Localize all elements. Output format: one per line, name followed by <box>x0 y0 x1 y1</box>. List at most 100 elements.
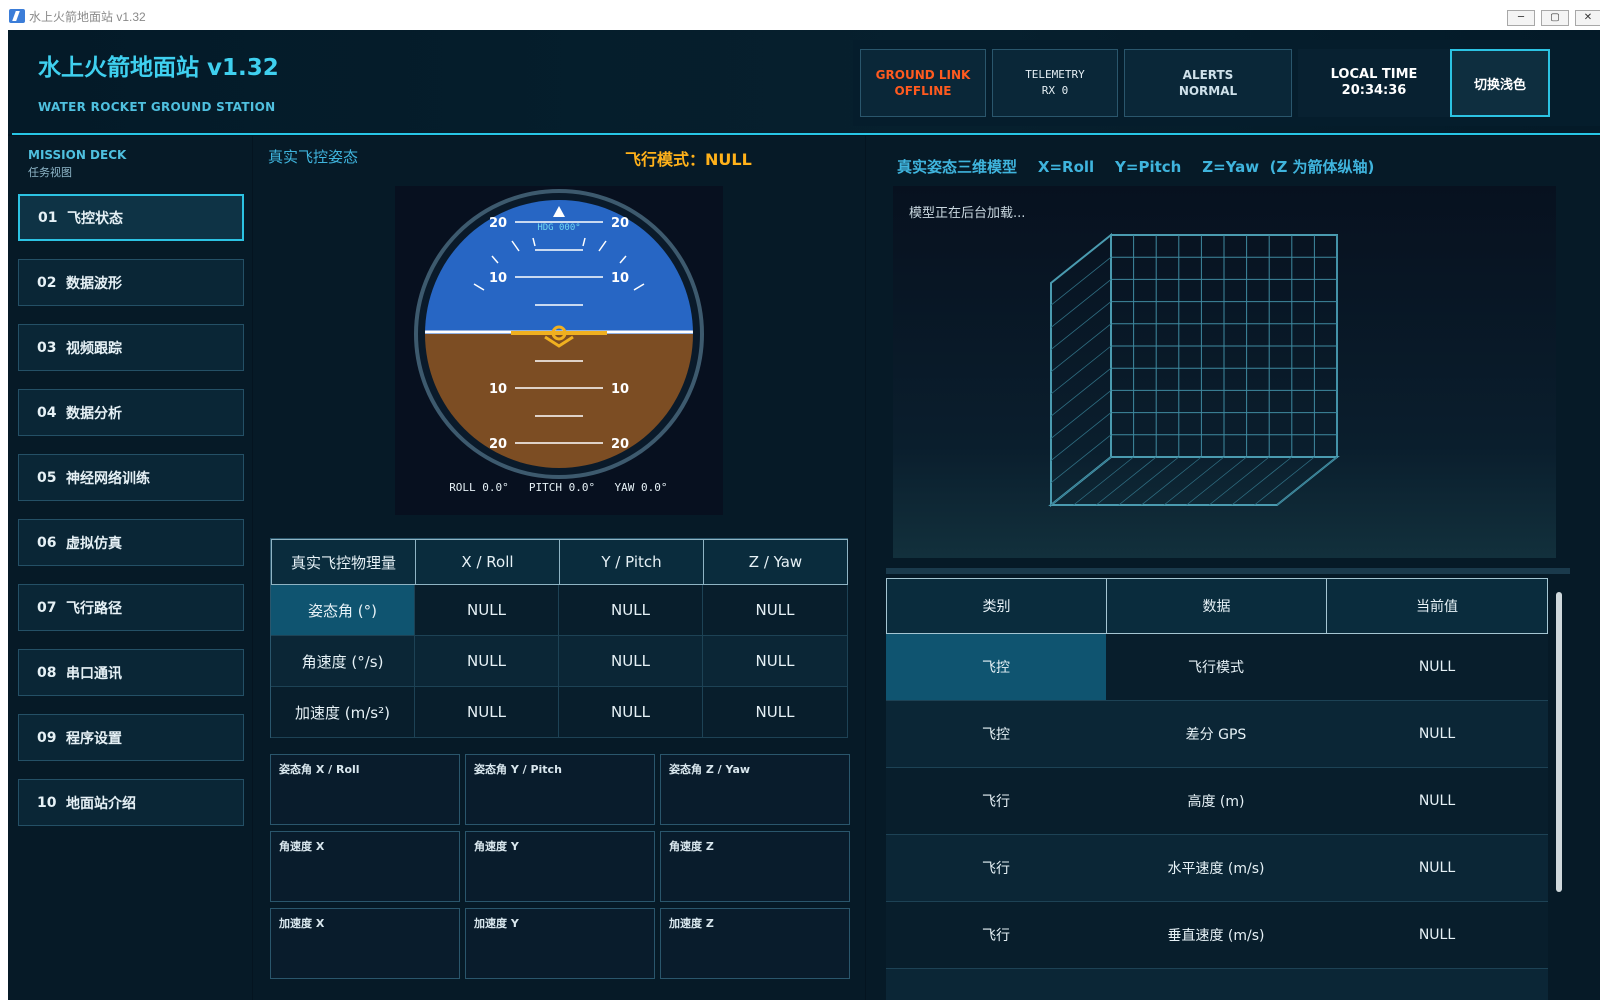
attitude-indicator: 20 20 10 10 10 10 20 20 HDG 000° ROLL 0.… <box>395 186 723 515</box>
table-header-data: 数据 <box>1106 578 1327 634</box>
cube-hatch-line <box>1208 456 1270 506</box>
chart-attitude-x-roll: 姿态角 X / Roll <box>270 754 460 825</box>
sidebar-item-data-analysis[interactable]: 04 数据分析 <box>18 389 244 436</box>
table-cell-name: 水平速度 (m/s) <box>1106 835 1326 902</box>
close-button[interactable]: ✕ <box>1575 10 1600 26</box>
heading-readout: HDG 000° <box>537 223 580 233</box>
maximize-button[interactable]: ▢ <box>1541 10 1569 26</box>
chart-angular-velocity-x: 角速度 X <box>270 831 460 902</box>
3d-model-viewport[interactable]: 模型正在后台加载... <box>893 186 1556 558</box>
sidebar-item-serial-comm[interactable]: 08 串口通讯 <box>18 649 244 696</box>
model-panel: 真实姿态三维模型 X=Roll Y=Pitch Z=Yaw (Z 为箭体纵轴) … <box>866 136 1600 1000</box>
table-row-label: 角速度 (°/s) <box>271 636 415 687</box>
table-cell-name: 高度 (m) <box>1106 768 1326 835</box>
table-cell-name: 飞行模式 <box>1106 634 1326 701</box>
chart-label: 角速度 X <box>279 840 325 853</box>
table-header-z-yaw: Z / Yaw <box>703 539 848 585</box>
sidebar-item-program-settings[interactable]: 09 程序设置 <box>18 714 244 761</box>
flight-physics-table: 真实飞控物理量 X / Roll Y / Pitch Z / Yaw 姿态角 (… <box>270 538 848 738</box>
sidebar-item-flight-path[interactable]: 07 飞行路径 <box>18 584 244 631</box>
cube-hatch-line <box>1186 456 1247 506</box>
table-cell-value: NULL <box>1326 634 1548 701</box>
table-cell-value: NULL <box>1326 902 1548 969</box>
3d-model-graphic <box>1048 232 1340 508</box>
app-header: 水上火箭地面站 v1.32 WATER ROCKET GROUND STATIO… <box>8 30 1600 134</box>
sidebar-item-neural-network-training[interactable]: 05 神经网络训练 <box>18 454 244 501</box>
alerts-status: ALERTS NORMAL <box>1124 49 1292 117</box>
table-header-quantity: 真实飞控物理量 <box>271 539 416 585</box>
flight-mode-indicator: 飞行模式：NULL <box>625 150 752 169</box>
table-cell-category: 飞控 <box>886 634 1106 701</box>
chart-label: 姿态角 Z / Yaw <box>669 763 751 776</box>
sidebar-item-virtual-simulation[interactable]: 06 虚拟仿真 <box>18 519 244 566</box>
minimize-button[interactable]: ─ <box>1507 10 1535 26</box>
sidebar-item-data-waveform[interactable]: 02 数据波形 <box>18 259 244 306</box>
table-cell: NULL <box>415 636 559 687</box>
pitch-label-up20-right: 20 <box>611 216 629 231</box>
chart-acceleration-y: 加速度 Y <box>465 908 655 979</box>
sidebar-subtitle: 任务视图 <box>28 166 72 179</box>
alerts-label: ALERTS <box>1182 68 1234 82</box>
ground-link-label: GROUND LINK <box>875 68 971 82</box>
telemetry-value: RX 0 <box>1041 84 1069 97</box>
sidebar-item-video-tracking[interactable]: 03 视频跟踪 <box>18 324 244 371</box>
cube-hatch-line <box>1231 456 1293 506</box>
chart-attitude-y-pitch: 姿态角 Y / Pitch <box>465 754 655 825</box>
chart-label: 姿态角 X / Roll <box>279 763 360 776</box>
chart-label: 角速度 Y <box>474 840 519 853</box>
pitch-label-down10-right: 10 <box>611 382 629 397</box>
table-header-current-value: 当前值 <box>1326 578 1548 634</box>
attitude-panel: 真实飞控姿态 飞行模式：NULL 20 20 10 10 10 10 20 20… <box>253 136 865 1000</box>
pitch-readout: PITCH 0.0° <box>529 481 595 494</box>
table-row-label: 加速度 (m/s²) <box>271 687 415 738</box>
model-loading-status: 模型正在后台加载... <box>909 206 1026 221</box>
chart-acceleration-x: 加速度 X <box>270 908 460 979</box>
attitude-indicator-graphic: 20 20 10 10 10 10 20 20 HDG 000° ROLL 0.… <box>414 189 704 494</box>
nav-item-label: 飞控状态 <box>67 210 123 227</box>
table-cell: NULL <box>703 687 848 738</box>
nav-item-number: 09 <box>37 729 57 746</box>
table-cell: NULL <box>559 636 703 687</box>
close-icon: ✕ <box>1583 12 1593 23</box>
table-cell-value: NULL <box>1326 768 1548 835</box>
window-titlebar: 水上火箭地面站 v1.32 ─ ▢ ✕ <box>0 0 1600 30</box>
pitch-label-up10-right: 10 <box>611 271 629 286</box>
table-scrollbar[interactable] <box>1556 592 1562 892</box>
cube-hatch-line <box>1141 456 1202 506</box>
nav-item-number: 10 <box>37 794 57 811</box>
table-cell-category: 飞行 <box>886 902 1106 969</box>
cube-wireframe <box>1048 232 1340 508</box>
nav-item-label: 程序设置 <box>66 730 122 747</box>
table-header-x-roll: X / Roll <box>415 539 560 585</box>
table-cell: NULL <box>415 687 559 738</box>
yaw-readout: YAW 0.0° <box>615 481 668 494</box>
table-cell: NULL <box>559 585 703 636</box>
app-subtitle: WATER ROCKET GROUND STATION <box>38 100 276 114</box>
table-cell: NULL <box>703 636 848 687</box>
toggle-light-theme-button[interactable]: 切换浅色 <box>1450 49 1550 117</box>
app-window: 水上火箭地面站 v1.32 WATER ROCKET GROUND STATIO… <box>8 30 1600 1000</box>
sidebar-item-flight-control-status[interactable]: 01 飞控状态 <box>18 194 244 241</box>
app-icon <box>9 9 25 23</box>
nav-item-label: 飞行路径 <box>66 600 122 617</box>
nav-item-number: 03 <box>37 339 57 356</box>
table-header-category: 类别 <box>886 578 1107 634</box>
pitch-label-down20-left: 20 <box>489 437 507 452</box>
cube-hatch-line <box>1050 345 1112 395</box>
model-panel-title: 真实姿态三维模型 X=Roll Y=Pitch Z=Yaw (Z 为箭体纵轴) <box>897 158 1375 176</box>
chart-label: 加速度 X <box>279 917 325 930</box>
chart-angular-velocity-z: 角速度 Z <box>660 831 850 902</box>
sidebar-item-about-ground-station[interactable]: 10 地面站介绍 <box>18 779 244 826</box>
flight-data-table: 类别 数据 当前值 飞控 飞行模式 NULL 飞控 差分 GPS NULL 飞行… <box>886 568 1570 1000</box>
cube-hatch-line <box>1050 390 1112 439</box>
minimize-icon: ─ <box>1517 12 1525 23</box>
nav-item-number: 02 <box>37 274 57 291</box>
maximize-icon: ▢ <box>1550 12 1560 23</box>
table-cell-name: 垂直速度 (m/s) <box>1106 902 1326 969</box>
nav-item-label: 数据波形 <box>66 275 122 292</box>
cube-hatch-line <box>1050 434 1112 484</box>
cube-hatch-line <box>1050 367 1112 417</box>
cube-hatch-line <box>1050 456 1112 506</box>
pitch-label-down10-left: 10 <box>489 382 507 397</box>
telemetry-status: TELEMETRY RX 0 <box>992 49 1118 117</box>
